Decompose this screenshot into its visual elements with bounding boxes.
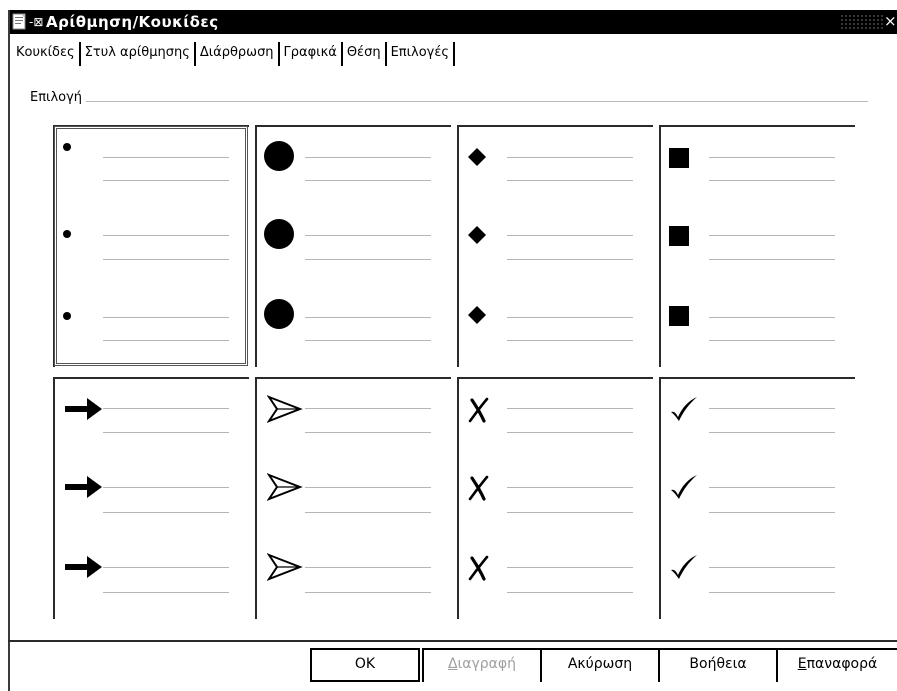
close-icon[interactable]: × [884,12,897,30]
large-circle-icon [264,219,294,249]
pin-icon[interactable]: -⊠ [29,15,43,29]
diamond-icon [468,148,486,166]
bold-arrow-icon [65,398,102,420]
tab-graphics[interactable]: Γραφικά [280,42,343,66]
diamond-icon [468,226,486,244]
large-circle-icon [264,299,294,329]
titlebar-grip [840,14,884,30]
square-icon [669,148,689,168]
tab-options[interactable]: Επιλογές [387,42,456,66]
bullet-option-diamond[interactable] [457,125,653,367]
square-icon [669,306,689,326]
bullet-option-large-circle[interactable] [255,125,451,367]
bold-arrow-icon [65,556,102,578]
diamond-icon [468,306,486,324]
tab-outline[interactable]: Διάρθρωση [196,42,280,66]
tab-position[interactable]: Θέση [343,42,387,66]
square-icon [669,226,689,246]
checkmark-icon [671,475,697,499]
checkmark-icon [671,555,697,579]
large-circle-icon [264,141,294,171]
bold-arrow-icon [65,476,102,498]
window-title: Αρίθμηση/Κουκίδες [46,13,219,31]
document-icon [12,13,26,30]
section-divider [32,101,868,102]
cross-icon [468,397,489,423]
bullet-option-small-dot[interactable] [53,125,249,367]
bullet-option-bold-arrow[interactable] [53,377,249,619]
cancel-button[interactable]: Ακύρωση [540,648,658,682]
bullet-option-cross[interactable] [457,377,653,619]
title-bar[interactable]: -⊠ Αρίθμηση/Κουκίδες × [10,10,897,34]
checkmark-icon [671,397,697,421]
tab-numbering-style[interactable]: Στυλ αρίθμησης [81,42,196,66]
bullet-option-square[interactable] [659,125,855,367]
small-dot-icon [63,312,71,320]
arrowhead-icon [267,473,303,501]
tab-bullets[interactable]: Κουκίδες [8,42,81,66]
help-button[interactable]: Βοήθεια [658,648,776,682]
delete-button[interactable]: Διαγραφή [422,648,540,682]
arrowhead-icon [267,553,303,581]
small-dot-icon [63,230,71,238]
small-dot-icon [63,143,71,151]
bullet-option-checkmark[interactable] [659,377,855,619]
selection-section-label: Επιλογή [30,90,87,106]
cross-icon [468,555,489,581]
reset-button[interactable]: Επαναφορά [776,648,897,682]
bullet-option-arrowhead[interactable] [255,377,451,619]
tab-bar: Κουκίδες Στυλ αρίθμησης Διάρθρωση Γραφικ… [8,42,456,66]
cross-icon [468,475,489,501]
ok-button[interactable]: OK [310,648,420,682]
footer-divider [8,640,897,642]
arrowhead-icon [267,395,303,423]
